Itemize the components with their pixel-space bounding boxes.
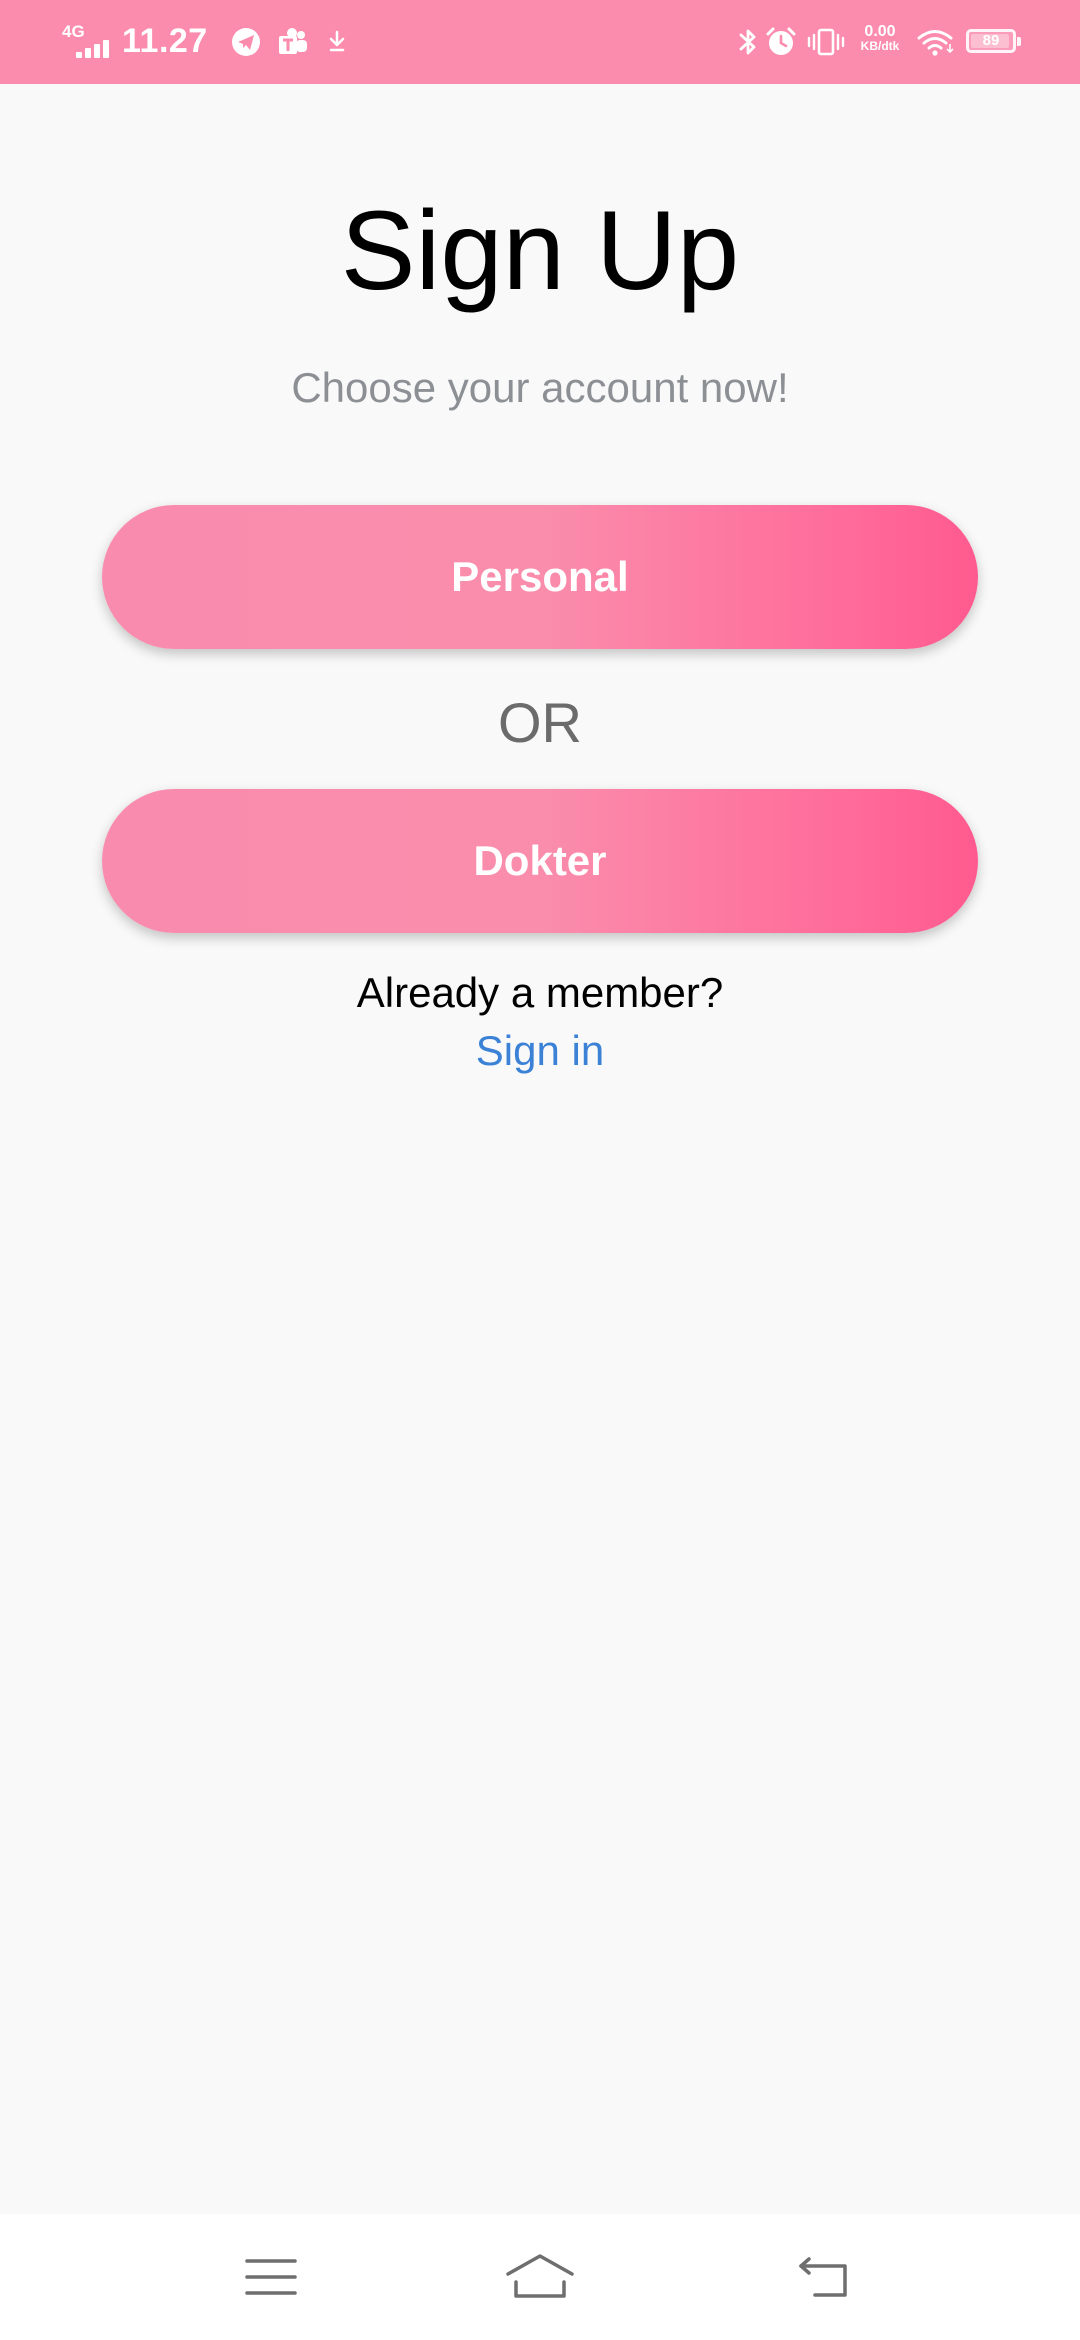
network-type: 4G	[62, 22, 85, 41]
alarm-icon	[764, 24, 798, 60]
or-divider: OR	[498, 691, 582, 754]
personal-button-label: Personal	[451, 553, 629, 600]
dokter-button[interactable]: Dokter	[102, 789, 978, 933]
cellular-signal-icon: 4G	[62, 22, 114, 58]
sign-in-link[interactable]: Sign in	[0, 1025, 1080, 1077]
vibrate-icon	[806, 24, 846, 60]
teams-icon	[276, 24, 310, 60]
page-subtitle: Choose your account now!	[291, 364, 789, 411]
wifi-icon	[916, 24, 954, 60]
network-speed: 0.00 KB/dtk	[860, 23, 900, 54]
page-title: Sign Up	[340, 188, 740, 313]
navigation-bar	[0, 2214, 1080, 2340]
personal-button[interactable]: Personal	[102, 505, 978, 649]
telegram-icon	[230, 24, 262, 60]
bluetooth-icon	[736, 24, 760, 60]
menu-icon	[245, 2259, 297, 2295]
member-prompt: Already a member?	[356, 969, 724, 1016]
home-icon	[506, 2254, 574, 2298]
status-time: 11.27	[122, 22, 208, 60]
battery-icon: 89	[966, 29, 1021, 53]
download-icon	[326, 24, 348, 60]
back-icon	[799, 2257, 847, 2297]
status-bar: 4G 11.27 0.00 KB/dtk 89	[0, 0, 1080, 84]
back-button[interactable]	[783, 2244, 863, 2310]
home-button[interactable]	[500, 2244, 580, 2310]
menu-button[interactable]	[231, 2244, 311, 2310]
dokter-button-label: Dokter	[473, 837, 607, 884]
